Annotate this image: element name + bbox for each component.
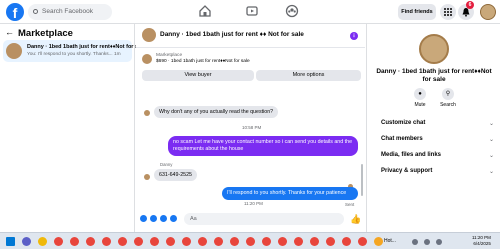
plus-icon[interactable] xyxy=(140,215,147,222)
conversation-preview: You: I'll respond to you shortly. Thanks… xyxy=(27,52,121,57)
chat-title[interactable]: Danny · 1bed 1bath just for rent ♦♦ Not … xyxy=(160,31,304,38)
view-buyer-button[interactable]: View buyer xyxy=(142,70,254,81)
conversation-preview-text: You: I'll respond to you shortly. Thanks… xyxy=(27,52,113,57)
thumbs-up-icon[interactable]: 👍 xyxy=(350,214,361,225)
app-icon[interactable] xyxy=(22,237,31,246)
sender-avatar xyxy=(144,174,150,180)
listing-title[interactable]: $690 · 1bed 1bath just for rent♦♦Not for… xyxy=(156,59,250,64)
chrome-icon[interactable] xyxy=(86,237,95,246)
battery-icon[interactable] xyxy=(436,239,442,245)
chrome-icon[interactable] xyxy=(70,237,79,246)
message-composer: Aa 👍 xyxy=(136,210,365,230)
volume-icon[interactable] xyxy=(424,239,430,245)
clock[interactable]: 11:20 PM 6/4/2025 xyxy=(472,235,491,247)
timestamp: 10:58 PM xyxy=(242,125,262,130)
chrome-icon[interactable] xyxy=(230,237,239,246)
chrome-icon[interactable] xyxy=(262,237,271,246)
windows-taskbar: Hot... 11:20 PM 6/4/2025 xyxy=(0,232,500,249)
mute-action[interactable]: ● Mute xyxy=(405,88,435,108)
chat-scrollbar[interactable] xyxy=(361,164,363,196)
back-arrow-icon[interactable]: ← xyxy=(5,27,14,37)
chrome-icon[interactable] xyxy=(294,237,303,246)
chrome-icon[interactable] xyxy=(198,237,207,246)
groups-icon[interactable] xyxy=(285,4,299,18)
sender-name: Danny xyxy=(160,162,173,167)
chevron-down-icon: ⌄ xyxy=(489,121,495,127)
chrome-icon[interactable] xyxy=(118,237,127,246)
video-icon[interactable] xyxy=(245,4,259,18)
marketplace-listing-card: Marketplace $690 · 1bed 1bath just for r… xyxy=(140,51,361,81)
chat-header: Danny · 1bed 1bath just for rent ♦♦ Not … xyxy=(136,24,365,48)
home-icon[interactable] xyxy=(198,4,212,18)
outgoing-message: no scam Let me have your contact number … xyxy=(168,136,358,156)
listing-thumbnail xyxy=(142,54,152,64)
chrome-icon[interactable] xyxy=(54,237,63,246)
sent-status: Sent xyxy=(345,202,355,207)
more-options-button[interactable]: More options xyxy=(256,70,361,81)
chrome-icon[interactable] xyxy=(166,237,175,246)
windows-start-icon[interactable] xyxy=(6,237,15,246)
gif-icon[interactable] xyxy=(170,215,177,222)
chrome-icon[interactable] xyxy=(246,237,255,246)
conversation-time: 1m xyxy=(113,52,121,57)
search-action[interactable]: ⚲ Search xyxy=(433,88,463,108)
chrome-icon[interactable] xyxy=(102,237,111,246)
account-avatar[interactable] xyxy=(480,4,496,20)
weather-icon[interactable] xyxy=(374,237,383,246)
chrome-icon[interactable] xyxy=(310,237,319,246)
marketplace-sidebar: ← Marketplace Danny · 1bed 1bath just fo… xyxy=(0,24,146,232)
conversation-list-item[interactable]: Danny · 1bed 1bath just for rent♦♦Not fo… xyxy=(3,40,146,62)
customize-chat-item[interactable]: Customize chat xyxy=(381,120,425,126)
media-files-links-item[interactable]: Media, files and links xyxy=(381,152,441,158)
incoming-message: Why don't any of you actually read the q… xyxy=(154,106,279,118)
chrome-icon[interactable] xyxy=(358,237,367,246)
chat-members-item[interactable]: Chat members xyxy=(381,136,423,142)
privacy-support-item[interactable]: Privacy & support xyxy=(381,168,432,174)
conversation-name: Danny · 1bed 1bath just for rent♦♦Not fo… xyxy=(27,44,146,50)
chrome-icon[interactable] xyxy=(342,237,351,246)
mute-label: Mute xyxy=(414,102,426,108)
chrome-icon[interactable] xyxy=(326,237,335,246)
chrome-icon[interactable] xyxy=(214,237,223,246)
outgoing-message: I'll respond to you shortly. Thanks for … xyxy=(222,187,358,200)
marketplace-label: Marketplace xyxy=(156,53,183,58)
chevron-down-icon: ⌄ xyxy=(489,137,495,143)
find-friends-button[interactable]: Find friends xyxy=(398,4,436,20)
chrome-icon[interactable] xyxy=(134,237,143,246)
app-icon[interactable] xyxy=(38,237,47,246)
search-icon: ⚲ xyxy=(442,88,454,100)
weather-label[interactable]: Hot... xyxy=(384,238,396,244)
conversation-avatar xyxy=(6,43,22,59)
search-icon xyxy=(33,9,38,14)
listing-avatar xyxy=(419,34,449,64)
sidebar-title: Marketplace xyxy=(18,28,73,39)
wifi-icon[interactable] xyxy=(412,239,418,245)
chrome-icon[interactable] xyxy=(278,237,287,246)
chevron-down-icon: ⌄ xyxy=(489,153,495,159)
chrome-icon[interactable] xyxy=(150,237,159,246)
chevron-down-icon: ⌄ xyxy=(489,169,495,175)
sender-avatar xyxy=(144,110,150,116)
top-navigation-bar: f Search Facebook Find friends 6 xyxy=(0,0,500,24)
photo-icon[interactable] xyxy=(150,215,157,222)
search-input[interactable]: Search Facebook xyxy=(28,4,112,20)
chat-avatar[interactable] xyxy=(142,28,156,42)
clock-date: 6/4/2025 xyxy=(473,241,491,246)
info-icon[interactable]: ⋮ xyxy=(350,32,358,40)
incoming-message: 631-649-2525 xyxy=(154,169,197,181)
sticker-icon[interactable] xyxy=(160,215,167,222)
chat-panel: Danny · 1bed 1bath just for rent ♦♦ Not … xyxy=(136,24,365,232)
menu-grid-icon[interactable] xyxy=(440,4,456,20)
notification-count-badge: 6 xyxy=(466,1,474,9)
search-placeholder: Search Facebook xyxy=(42,8,93,15)
chrome-icon[interactable] xyxy=(182,237,191,246)
timestamp: 11:20 PM xyxy=(244,201,263,206)
search-label: Search xyxy=(440,102,456,108)
facebook-logo[interactable]: f xyxy=(6,3,24,21)
message-input[interactable]: Aa xyxy=(184,213,344,225)
details-name: Danny · 1bed 1bath just for rent♦♦Not fo… xyxy=(376,68,492,83)
chat-details-panel: Danny · 1bed 1bath just for rent♦♦Not fo… xyxy=(366,24,500,232)
bell-icon: ● xyxy=(414,88,426,100)
